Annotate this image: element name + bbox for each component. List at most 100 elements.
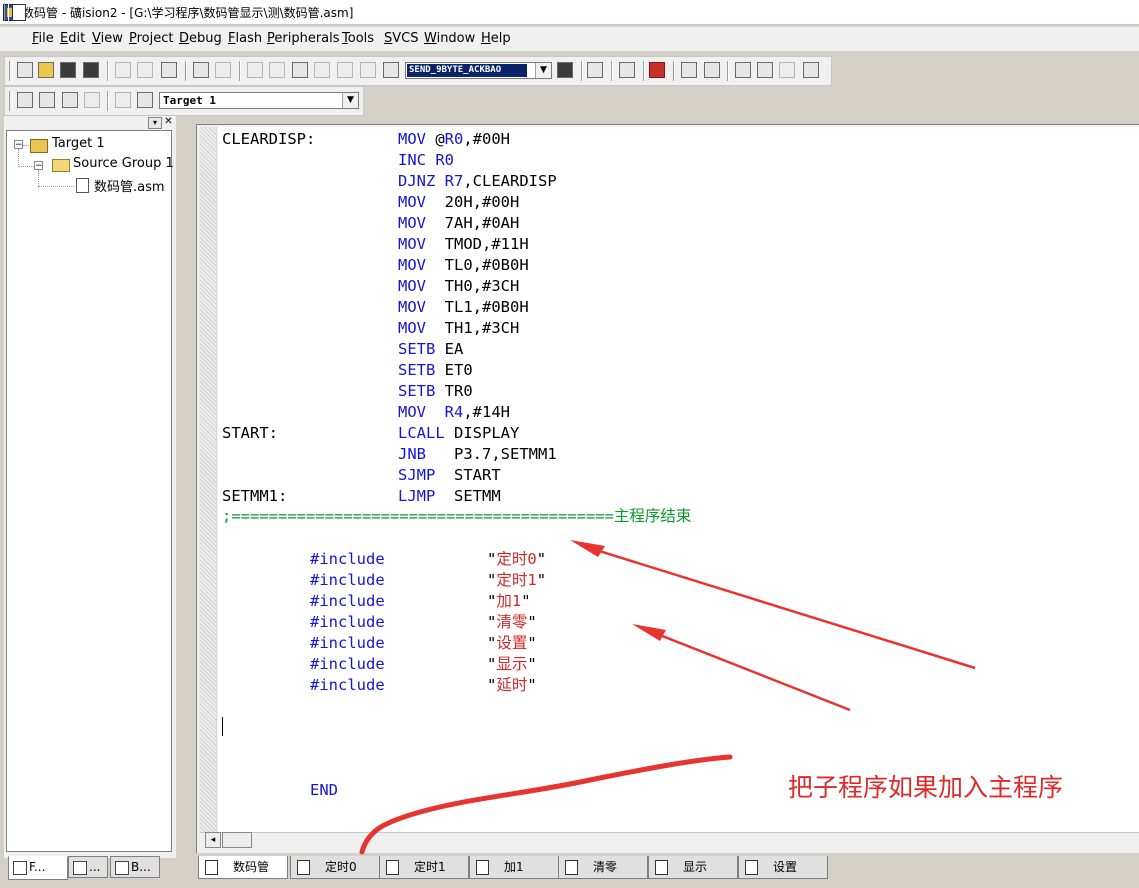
function-combo[interactable]: SEND_9BYTE_ACKBAO ▼ <box>405 62 552 79</box>
copy-icon[interactable] <box>137 62 153 78</box>
bookmark-toggle-icon[interactable] <box>292 62 308 78</box>
menu-edit[interactable]: Edit <box>60 31 85 46</box>
unindent-icon[interactable] <box>269 62 285 78</box>
file-tab[interactable]: 加1 <box>469 856 559 879</box>
breakpoint-disable-icon[interactable] <box>779 62 795 78</box>
tree-item-group[interactable]: Source Group 1 <box>73 156 174 171</box>
code-editor[interactable] <box>218 127 1139 832</box>
code-instruction: LJMP SETMM <box>398 486 501 507</box>
target-options-icon[interactable] <box>137 92 153 108</box>
collapse-group-icon[interactable]: − <box>34 161 43 171</box>
bookmark-next-icon[interactable] <box>337 62 353 78</box>
scroll-thumb[interactable] <box>222 832 252 848</box>
file-tab[interactable]: 定时1 <box>379 856 469 879</box>
load-flash-icon[interactable] <box>115 92 131 108</box>
menu-tools[interactable]: Tools <box>342 31 374 46</box>
quote: " <box>527 634 537 652</box>
menu-view[interactable]: View <box>92 31 123 46</box>
bookmark-prev-icon[interactable] <box>314 62 330 78</box>
file-tab[interactable]: 显示 <box>648 856 738 879</box>
folder-icon <box>52 159 70 172</box>
target-combo[interactable]: Target 1 ▼ <box>159 92 359 109</box>
close-icon[interactable]: ✕ <box>163 117 174 127</box>
tab-regs[interactable]: ... <box>68 856 108 878</box>
save-icon[interactable] <box>60 62 76 78</box>
workspace-icon[interactable] <box>704 62 720 78</box>
file-tab-label: 定时1 <box>414 860 446 874</box>
code-instruction: SETB EA <box>398 339 463 360</box>
horizontal-scrollbar[interactable] <box>200 832 1139 849</box>
menu-flash[interactable]: Flash <box>228 31 262 46</box>
menu-file[interactable]: File <box>32 31 54 46</box>
stop-build-icon[interactable] <box>84 92 100 108</box>
code-instruction: MOV TMOD,#11H <box>398 234 529 255</box>
menu-peripherals[interactable]: Peripherals <box>267 31 340 46</box>
menu-grip-handle[interactable] <box>4 3 9 21</box>
books-tab-icon <box>115 861 129 875</box>
document-menu-icon[interactable] <box>12 4 26 21</box>
redo-icon[interactable] <box>215 62 231 78</box>
hand-icon[interactable] <box>735 62 751 78</box>
scroll-left-icon[interactable]: ◂ <box>205 832 221 848</box>
quote: " <box>527 655 537 673</box>
tree-connector <box>38 186 74 187</box>
indent-icon[interactable] <box>247 62 263 78</box>
tree-item-target[interactable]: Target 1 <box>52 136 105 151</box>
file-tab-icon <box>655 860 668 875</box>
quote: " <box>521 592 531 610</box>
quote: " <box>487 655 497 673</box>
target-combo-value: Target 1 <box>163 94 216 107</box>
toolbar-separator <box>643 61 645 81</box>
file-tab[interactable]: 设置 <box>738 856 828 879</box>
code-instruction: MOV TL1,#0B0H <box>398 297 529 318</box>
panel-menu-icon[interactable]: ▾ <box>148 117 162 129</box>
chevron-down-icon[interactable]: ▼ <box>535 63 551 78</box>
rebuild-all-icon[interactable] <box>62 92 78 108</box>
menu-project[interactable]: Project <box>129 31 174 46</box>
file-tab[interactable]: 数码管 <box>198 856 288 879</box>
code-instruction: DJNZ R7,CLEARDISP <box>398 171 557 192</box>
tab-books[interactable]: B... <box>110 856 160 878</box>
code-operand <box>435 172 444 190</box>
menu-help[interactable]: Help <box>481 31 511 46</box>
menu-svcs[interactable]: SVCS <box>384 31 419 46</box>
debug-start-icon[interactable] <box>649 62 665 78</box>
breakpoint-remove-icon[interactable] <box>757 62 773 78</box>
end-directive: END <box>310 781 338 799</box>
include-filename: "延时" <box>487 675 537 696</box>
bookmark-clear-icon[interactable] <box>360 62 376 78</box>
tab-files[interactable]: F... <box>8 856 68 880</box>
chevron-down-icon[interactable]: ▼ <box>342 93 358 108</box>
editor-gutter <box>200 127 217 832</box>
files-tab-icon <box>13 861 27 875</box>
cut-icon[interactable] <box>115 62 131 78</box>
tab-files-label: F... <box>29 860 46 874</box>
toolbar-grip-handle[interactable] <box>9 61 13 81</box>
tree-item-file[interactable]: 数码管.asm <box>94 176 165 195</box>
build-toolbar: Target 1 ▼ <box>4 86 364 116</box>
new-file-icon[interactable] <box>17 62 33 78</box>
code-opcode: SETB <box>398 382 436 400</box>
menu-window[interactable]: Window <box>424 31 475 46</box>
print-icon[interactable] <box>619 62 635 78</box>
file-tab-icon <box>205 860 218 875</box>
file-tab[interactable]: 定时0 <box>290 856 380 879</box>
toolbar-grip-handle[interactable] <box>9 91 13 111</box>
build-target-icon[interactable] <box>39 92 55 108</box>
save-all-icon[interactable] <box>83 62 99 78</box>
menu-debug[interactable]: Debug <box>179 31 222 46</box>
file-tab-label: 定时0 <box>325 860 357 874</box>
incremental-find-icon[interactable] <box>587 62 603 78</box>
breakpoint-kill-all-icon[interactable] <box>803 62 819 78</box>
code-instruction: MOV 7AH,#0AH <box>398 213 519 234</box>
collapse-target-icon[interactable]: − <box>14 140 23 150</box>
toolbar-separator <box>107 91 109 111</box>
find-in-files-icon[interactable] <box>383 62 399 78</box>
paste-icon[interactable] <box>161 62 177 78</box>
binoculars-icon[interactable] <box>557 62 573 78</box>
open-folder-icon[interactable] <box>38 62 54 78</box>
file-tab[interactable]: 清零 <box>558 856 648 879</box>
window-toggle-icon[interactable] <box>681 62 697 78</box>
undo-icon[interactable] <box>193 62 209 78</box>
translate-icon[interactable] <box>17 92 33 108</box>
